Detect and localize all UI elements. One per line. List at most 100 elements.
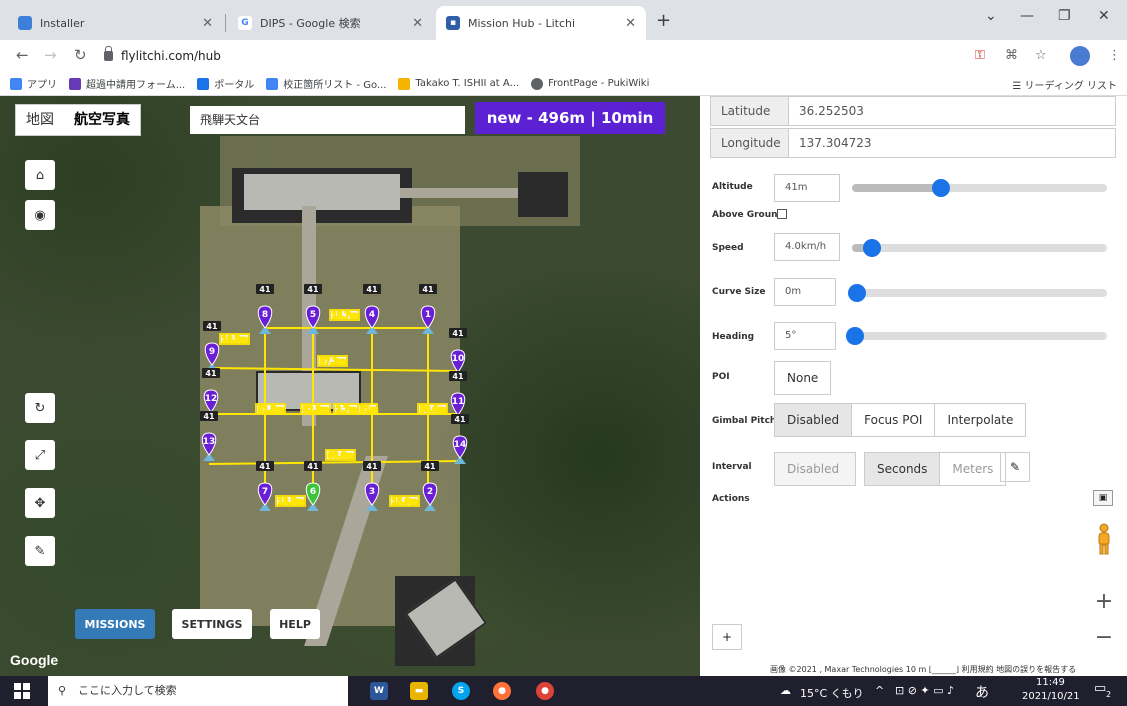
waypoint-marker-13[interactable]: 41 13 (200, 411, 218, 461)
waypoint-marker-6[interactable]: 41 6 (304, 461, 322, 511)
altitude-slider-handle[interactable] (932, 179, 951, 197)
pencil-icon[interactable]: ✎ (1000, 452, 1030, 482)
gimbal-disabled-button[interactable]: Disabled (774, 403, 853, 437)
heading-slider-handle[interactable] (846, 327, 865, 345)
location-search-input[interactable]: 飛騨天文台 (190, 106, 465, 134)
refresh-icon[interactable]: ↻ (25, 393, 55, 423)
close-icon[interactable]: ✕ (412, 16, 423, 31)
gimbal-focus-poi-button[interactable]: Focus POI (851, 403, 936, 437)
firefox-icon[interactable]: ● (493, 682, 511, 700)
restore-icon[interactable]: ❐ (1058, 8, 1071, 24)
speed-slider[interactable] (852, 239, 1107, 257)
bookmark-overtime-form[interactable]: 超過中請用フォーム... (69, 76, 185, 91)
key-icon[interactable]: ⚿ (975, 48, 985, 63)
waypoint-marker-8[interactable]: 41 8 (256, 284, 274, 334)
curve-size-slider-handle[interactable] (848, 284, 867, 302)
window-close-icon[interactable]: ✕ (1098, 8, 1110, 24)
new-tab-icon[interactable]: + (656, 10, 671, 31)
word-app-icon[interactable]: W (370, 682, 388, 700)
tab-installer[interactable]: Installer ✕ (8, 6, 223, 40)
tab-separator (225, 14, 226, 32)
clock-time[interactable]: 11:49 (1036, 677, 1065, 688)
waypoint-marker-7[interactable]: 41 7 (256, 461, 274, 511)
speed-slider-handle[interactable] (863, 239, 882, 257)
waypoint-marker-4[interactable]: 41 4 (363, 284, 381, 334)
bookmark-portal[interactable]: ポータル (197, 76, 254, 91)
svg-text:10: 10 (452, 354, 465, 364)
bookmark-proof-list[interactable]: 校正箇所リスト - Go... (266, 76, 386, 91)
profile-avatar[interactable] (1070, 46, 1090, 66)
fullscreen-icon[interactable]: ⤢ (25, 440, 55, 470)
waypoint-marker-12[interactable]: 41 12 (202, 368, 220, 418)
settings-button[interactable]: SETTINGS (172, 609, 252, 639)
interval-seconds-button[interactable]: Seconds (864, 452, 941, 486)
interval-label: Interval (712, 462, 752, 472)
waypoint-marker-9[interactable]: 41 9 (203, 321, 221, 371)
altitude-slider[interactable] (852, 179, 1107, 197)
latitude-field[interactable]: 36.252503 (789, 97, 1115, 125)
above-ground-checkbox[interactable] (777, 209, 787, 219)
reading-list[interactable]: ☰ リーディング リスト (1012, 77, 1117, 92)
close-icon[interactable]: ✕ (625, 16, 636, 31)
bookmark-takako[interactable]: Takako T. ISHII at A... (398, 77, 519, 90)
waypoint-marker-2[interactable]: 41 2 (421, 461, 439, 511)
zoom-in-icon[interactable]: + (1086, 583, 1122, 619)
weather-text[interactable]: 15°C くもり (800, 685, 864, 701)
windows-start-icon[interactable] (14, 683, 30, 699)
translate-icon[interactable]: ⌘ (1005, 48, 1018, 63)
file-explorer-icon[interactable]: ▬ (410, 682, 428, 700)
street-view-pegman-icon[interactable] (1096, 523, 1112, 555)
map-type-satellite[interactable]: 航空写真 (64, 105, 140, 135)
notifications-icon[interactable]: ▭ (1094, 681, 1106, 696)
skype-icon[interactable]: S (452, 682, 470, 700)
locate-icon[interactable]: ◉ (25, 200, 55, 230)
gimbal-interpolate-button[interactable]: Interpolate (934, 403, 1027, 437)
clock-date[interactable]: 2021/10/21 (1022, 691, 1080, 702)
add-action-button[interactable]: + (712, 624, 742, 650)
move-icon[interactable]: ✥ (25, 488, 55, 518)
tray-icons[interactable]: ⊡ ⊘ ✦ ▭ ♪ (895, 684, 954, 697)
minimize-icon[interactable]: — (1020, 8, 1034, 24)
missions-button[interactable]: MISSIONS (75, 609, 155, 639)
zoom-out-icon[interactable]: − (1086, 619, 1122, 655)
waypoint-marker-5[interactable]: 41 5 (304, 284, 322, 334)
tab-search-chevron-icon[interactable]: ⌄ (985, 8, 997, 24)
altitude-input[interactable]: 41m (774, 174, 840, 202)
poi-none-button[interactable]: None (774, 361, 832, 395)
star-icon[interactable]: ☆ (1035, 48, 1047, 63)
litchi-favicon-icon: ▪ (446, 16, 460, 30)
bookmark-pukiwiki[interactable]: FrontPage - PukiWiki (531, 77, 649, 90)
satellite-map[interactable]: 15.7m 18.5m 57.2m 51.5m 52.3m 2.7m 51m 50.6m 68.… (0, 96, 700, 676)
heading-slider[interactable] (846, 327, 1107, 345)
interval-meters-button[interactable]: Meters (939, 452, 1007, 486)
home-icon[interactable]: ⌂ (25, 160, 55, 190)
waypoint-marker-3[interactable]: 41 3 (363, 461, 381, 511)
interval-input[interactable]: Disabled (774, 452, 856, 486)
reload-icon[interactable]: ↻ (74, 46, 87, 64)
curve-size-input[interactable]: 0m (774, 278, 836, 306)
help-button[interactable]: HELP (270, 609, 320, 639)
tab-dips[interactable]: G DIPS - Google 検索 ✕ (228, 6, 433, 40)
waypoint-marker-14[interactable]: 41 14 (451, 414, 469, 464)
chrome-icon[interactable]: ● (536, 682, 554, 700)
eraser-icon[interactable]: ✎ (25, 536, 55, 566)
taskbar-search-input[interactable]: ⚲ ここに入力して検索 (48, 676, 348, 706)
longitude-field[interactable]: 137.304723 (789, 129, 1115, 157)
menu-dots-icon[interactable]: ⋮ (1108, 48, 1121, 63)
mission-summary-badge[interactable]: new - 496m | 10min (475, 102, 665, 134)
tab-mission-hub[interactable]: ▪ Mission Hub - Litchi ✕ (436, 6, 646, 40)
tray-chevron-icon[interactable]: ^ (875, 684, 884, 697)
bookmark-apps[interactable]: アプリ (10, 76, 57, 91)
weather-cloud-icon[interactable]: ☁ (780, 684, 791, 697)
speed-input[interactable]: 4.0km/h (774, 233, 840, 261)
heading-input[interactable]: 5° (774, 322, 836, 350)
layers-icon[interactable]: ▣ (1093, 490, 1113, 506)
close-icon[interactable]: ✕ (202, 16, 213, 31)
ime-indicator[interactable]: あ (975, 682, 989, 702)
map-type-map[interactable]: 地図 (16, 105, 64, 135)
forward-arrow-icon[interactable]: → (44, 46, 57, 64)
waypoint-marker-1[interactable]: 41 1 (419, 284, 437, 334)
back-arrow-icon[interactable]: ← (16, 46, 29, 64)
address-bar[interactable]: flylitchi.com/hub (104, 43, 924, 69)
curve-size-slider[interactable] (848, 284, 1107, 302)
